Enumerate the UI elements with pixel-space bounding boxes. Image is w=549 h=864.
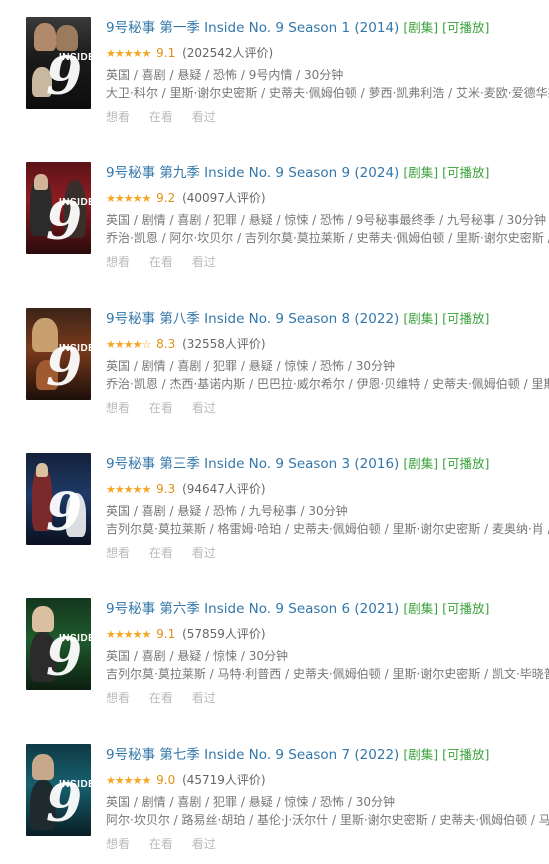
item-title-link[interactable]: 9号秘事 第六季 Inside No. 9 Season 6 (2021) bbox=[106, 601, 399, 617]
want-to-watch-button[interactable]: 想看 bbox=[106, 401, 130, 415]
watching-button[interactable]: 在看 bbox=[149, 110, 173, 124]
rating-stars: ★★★★★ bbox=[106, 628, 151, 641]
item-title-link[interactable]: 9号秘事 第八季 Inside No. 9 Season 8 (2022) bbox=[106, 311, 399, 327]
want-to-watch-button[interactable]: 想看 bbox=[106, 255, 130, 269]
want-to-watch-button[interactable]: 想看 bbox=[106, 546, 130, 560]
tag-series[interactable]: [剧集] bbox=[403, 456, 438, 471]
watching-button[interactable]: 在看 bbox=[149, 546, 173, 560]
watching-button[interactable]: 在看 bbox=[149, 401, 173, 415]
action-bar: 想看 在看 看过 bbox=[106, 108, 549, 126]
want-to-watch-button[interactable]: 想看 bbox=[106, 691, 130, 705]
action-bar: 想看 在看 看过 bbox=[106, 835, 549, 853]
poster-number: 9 bbox=[46, 482, 82, 543]
want-to-watch-button[interactable]: 想看 bbox=[106, 110, 130, 124]
watched-button[interactable]: 看过 bbox=[192, 255, 216, 269]
item-cast: 大卫·科尔 / 里斯·谢尔史密斯 / 史蒂夫·佩姆伯顿 / 萝西·凯弗利浩 / … bbox=[106, 86, 549, 100]
want-to-watch-button[interactable]: 想看 bbox=[106, 837, 130, 851]
item-meta: 英国 / 剧情 / 喜剧 / 犯罪 / 悬疑 / 惊悚 / 恐怖 / 30分钟 bbox=[106, 359, 395, 373]
tag-playable[interactable]: [可播放] bbox=[442, 20, 489, 35]
item-meta: 英国 / 喜剧 / 悬疑 / 恐怖 / 九号秘事 / 30分钟 bbox=[106, 504, 348, 518]
poster-number: 9 bbox=[46, 337, 82, 398]
rating-votes[interactable]: (32558人评价) bbox=[182, 337, 266, 351]
poster-image[interactable]: INSIDE 9 bbox=[26, 308, 91, 400]
poster-image[interactable]: 9 bbox=[26, 453, 91, 545]
rating-votes[interactable]: (94647人评价) bbox=[182, 482, 266, 496]
poster-image[interactable]: INSIDE 9 bbox=[26, 744, 91, 836]
watched-button[interactable]: 看过 bbox=[192, 691, 216, 705]
watching-button[interactable]: 在看 bbox=[149, 691, 173, 705]
tag-playable[interactable]: [可播放] bbox=[442, 165, 489, 180]
rating-score: 9.1 bbox=[156, 627, 176, 641]
item-meta: 英国 / 喜剧 / 悬疑 / 恐怖 / 9号内情 / 30分钟 bbox=[106, 68, 344, 82]
action-bar: 想看 在看 看过 bbox=[106, 544, 549, 562]
rating-score: 9.1 bbox=[156, 46, 176, 60]
item-title-link[interactable]: 9号秘事 第三季 Inside No. 9 Season 3 (2016) bbox=[106, 456, 399, 472]
item-meta: 英国 / 剧情 / 喜剧 / 犯罪 / 悬疑 / 惊悚 / 恐怖 / 9号秘事最… bbox=[106, 213, 546, 227]
tag-playable[interactable]: [可播放] bbox=[442, 601, 489, 616]
list-item: INSIDE 9 9号秘事 第九季 Inside No. 9 Season 9 … bbox=[0, 162, 549, 282]
item-meta: 英国 / 剧情 / 喜剧 / 犯罪 / 悬疑 / 惊悚 / 恐怖 / 30分钟 bbox=[106, 795, 395, 809]
poster-image[interactable]: INSIDE 9 bbox=[26, 162, 91, 254]
list-item: INSIDE 9 9号秘事 第七季 Inside No. 9 Season 7 … bbox=[0, 744, 549, 864]
rating-stars: ★★★★★ bbox=[106, 47, 151, 60]
tag-series[interactable]: [剧集] bbox=[403, 747, 438, 762]
poster-number: 9 bbox=[46, 46, 82, 107]
rating-stars: ★★★★★ bbox=[106, 483, 151, 496]
rating-stars: ★★★★★ bbox=[106, 774, 151, 787]
rating-score: 9.0 bbox=[156, 773, 176, 787]
tag-series[interactable]: [剧集] bbox=[403, 20, 438, 35]
tag-playable[interactable]: [可播放] bbox=[442, 311, 489, 326]
rating-votes[interactable]: (57859人评价) bbox=[182, 627, 266, 641]
item-cast: 吉列尔莫·莫拉莱斯 / 马特·利普西 / 史蒂夫·佩姆伯顿 / 里斯·谢尔史密斯… bbox=[106, 667, 549, 681]
watched-button[interactable]: 看过 bbox=[192, 837, 216, 851]
rating-votes[interactable]: (40097人评价) bbox=[182, 191, 266, 205]
watching-button[interactable]: 在看 bbox=[149, 837, 173, 851]
item-cast: 吉列尔莫·莫拉莱斯 / 格雷姆·哈珀 / 史蒂夫·佩姆伯顿 / 里斯·谢尔史密斯… bbox=[106, 522, 549, 536]
rating-score: 8.3 bbox=[156, 337, 176, 351]
tag-playable[interactable]: [可播放] bbox=[442, 747, 489, 762]
list-item: INSIDE 9 9号秘事 第六季 Inside No. 9 Season 6 … bbox=[0, 598, 549, 718]
list-item: INSIDE 9 9号秘事 第一季 Inside No. 9 Season 1 … bbox=[0, 17, 549, 137]
item-cast: 乔治·凯恩 / 阿尔·坎贝尔 / 吉列尔莫·莫拉莱斯 / 史蒂夫·佩姆伯顿 / … bbox=[106, 231, 549, 245]
action-bar: 想看 在看 看过 bbox=[106, 689, 549, 707]
watched-button[interactable]: 看过 bbox=[192, 401, 216, 415]
list-item: INSIDE 9 9号秘事 第八季 Inside No. 9 Season 8 … bbox=[0, 308, 549, 428]
list-item: 9 9号秘事 第三季 Inside No. 9 Season 3 (2016) [… bbox=[0, 453, 549, 573]
watched-button[interactable]: 看过 bbox=[192, 110, 216, 124]
poster-number: 9 bbox=[46, 627, 82, 688]
poster-number: 9 bbox=[46, 191, 82, 252]
poster-image[interactable]: INSIDE 9 bbox=[26, 17, 91, 109]
watched-button[interactable]: 看过 bbox=[192, 546, 216, 560]
tag-series[interactable]: [剧集] bbox=[403, 311, 438, 326]
item-title-link[interactable]: 9号秘事 第九季 Inside No. 9 Season 9 (2024) bbox=[106, 165, 399, 181]
item-cast: 乔治·凯恩 / 杰西·基诺内斯 / 巴巴拉·威尔希尔 / 伊恩·贝维特 / 史蒂… bbox=[106, 377, 549, 391]
rating-votes[interactable]: (202542人评价) bbox=[182, 46, 273, 60]
item-title-link[interactable]: 9号秘事 第七季 Inside No. 9 Season 7 (2022) bbox=[106, 747, 399, 763]
tag-series[interactable]: [剧集] bbox=[403, 601, 438, 616]
rating-votes[interactable]: (45719人评价) bbox=[182, 773, 266, 787]
tag-playable[interactable]: [可播放] bbox=[442, 456, 489, 471]
rating-stars: ★★★★☆ bbox=[106, 338, 151, 351]
item-meta: 英国 / 喜剧 / 悬疑 / 惊悚 / 30分钟 bbox=[106, 649, 288, 663]
poster-image[interactable]: INSIDE 9 bbox=[26, 598, 91, 690]
item-title-link[interactable]: 9号秘事 第一季 Inside No. 9 Season 1 (2014) bbox=[106, 20, 399, 36]
rating-score: 9.2 bbox=[156, 191, 176, 205]
tag-series[interactable]: [剧集] bbox=[403, 165, 438, 180]
action-bar: 想看 在看 看过 bbox=[106, 399, 549, 417]
item-cast: 阿尔·坎贝尔 / 路易丝·胡珀 / 基伦·J·沃尔什 / 里斯·谢尔史密斯 / … bbox=[106, 813, 549, 827]
rating-stars: ★★★★★ bbox=[106, 192, 151, 205]
rating-score: 9.3 bbox=[156, 482, 176, 496]
watching-button[interactable]: 在看 bbox=[149, 255, 173, 269]
action-bar: 想看 在看 看过 bbox=[106, 253, 549, 271]
poster-number: 9 bbox=[46, 773, 82, 834]
